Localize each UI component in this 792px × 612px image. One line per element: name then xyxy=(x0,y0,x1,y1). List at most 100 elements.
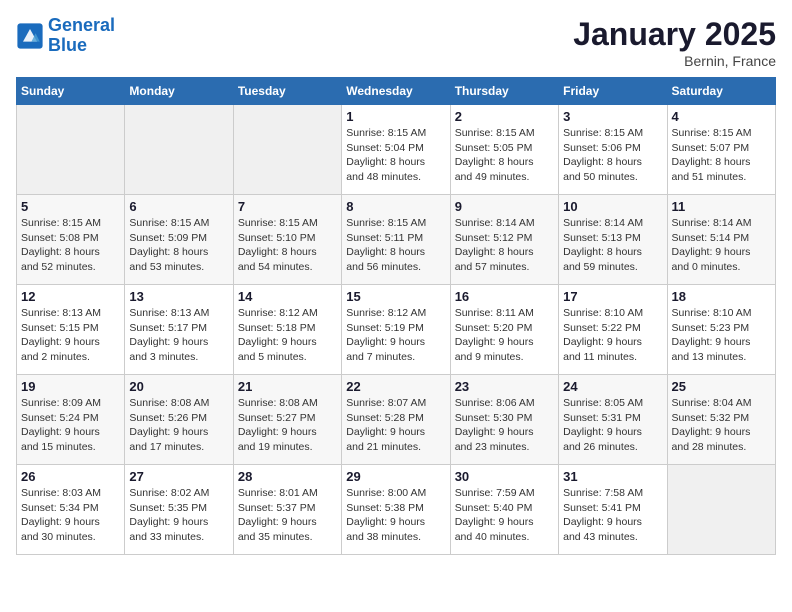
calendar-cell: 26Sunrise: 8:03 AM Sunset: 5:34 PM Dayli… xyxy=(17,465,125,555)
day-info: Sunrise: 8:15 AM Sunset: 5:11 PM Dayligh… xyxy=(346,216,445,275)
calendar-cell: 1 Sunrise: 8:15 AM Sunset: 5:04 PM Daylig… xyxy=(342,105,450,195)
calendar-cell: 29 Sunrise: 8:00 AM Sunset: 5:38 PM Dayli… xyxy=(342,465,450,555)
calendar-week-row: 5 Sunrise: 8:15 AM Sunset: 5:08 PM Daylig… xyxy=(17,195,776,285)
day-header-tuesday: Tuesday xyxy=(233,78,341,105)
day-info: Sunrise: 8:10 AM Sunset: 5:23 PM Dayligh… xyxy=(672,306,771,365)
day-number: 19 xyxy=(21,379,120,394)
calendar-cell: 21 Sunrise: 8:08 AM Sunset: 5:27 PM Dayli… xyxy=(233,375,341,465)
day-number: 20 xyxy=(129,379,228,394)
calendar-cell: 23 Sunrise: 8:06 AM Sunset: 5:30 PM Dayli… xyxy=(450,375,558,465)
day-info: Sunrise: 8:10 AM Sunset: 5:22 PM Dayligh… xyxy=(563,306,662,365)
calendar-cell: 3Sunrise: 8:15 AM Sunset: 5:06 PM Daylig… xyxy=(559,105,667,195)
day-info: Sunrise: 8:08 AM Sunset: 5:26 PM Dayligh… xyxy=(129,396,228,455)
day-number: 24 xyxy=(563,379,662,394)
calendar-cell: 10 Sunrise: 8:14 AM Sunset: 5:13 PM Dayli… xyxy=(559,195,667,285)
day-info: Sunrise: 8:14 AM Sunset: 5:14 PM Dayligh… xyxy=(672,216,771,275)
logo-text: General Blue xyxy=(48,16,115,56)
day-info: Sunrise: 8:04 AM Sunset: 5:32 PM Dayligh… xyxy=(672,396,771,455)
calendar-cell: 30Sunrise: 7:59 AM Sunset: 5:40 PM Dayli… xyxy=(450,465,558,555)
day-info: Sunrise: 8:12 AM Sunset: 5:18 PM Dayligh… xyxy=(238,306,337,365)
calendar-cell: 25 Sunrise: 8:04 AM Sunset: 5:32 PM Dayli… xyxy=(667,375,775,465)
calendar-cell: 12 Sunrise: 8:13 AM Sunset: 5:15 PM Dayli… xyxy=(17,285,125,375)
day-info: Sunrise: 8:13 AM Sunset: 5:17 PM Dayligh… xyxy=(129,306,228,365)
day-info: Sunrise: 8:08 AM Sunset: 5:27 PM Dayligh… xyxy=(238,396,337,455)
calendar-cell xyxy=(233,105,341,195)
day-number: 27 xyxy=(129,469,228,484)
calendar-cell xyxy=(125,105,233,195)
logo-line1: General xyxy=(48,15,115,35)
day-number: 6 xyxy=(129,199,228,214)
calendar-cell: 17 Sunrise: 8:10 AM Sunset: 5:22 PM Dayli… xyxy=(559,285,667,375)
day-info: Sunrise: 8:12 AM Sunset: 5:19 PM Dayligh… xyxy=(346,306,445,365)
day-info: Sunrise: 8:14 AM Sunset: 5:13 PM Dayligh… xyxy=(563,216,662,275)
day-number: 25 xyxy=(672,379,771,394)
day-number: 26 xyxy=(21,469,120,484)
day-number: 7 xyxy=(238,199,337,214)
calendar-cell: 20 Sunrise: 8:08 AM Sunset: 5:26 PM Dayli… xyxy=(125,375,233,465)
day-number: 10 xyxy=(563,199,662,214)
calendar-cell: 27 Sunrise: 8:02 AM Sunset: 5:35 PM Dayli… xyxy=(125,465,233,555)
day-number: 1 xyxy=(346,109,445,124)
day-header-friday: Friday xyxy=(559,78,667,105)
calendar-cell: 9Sunrise: 8:14 AM Sunset: 5:12 PM Daylig… xyxy=(450,195,558,285)
day-info: Sunrise: 8:14 AM Sunset: 5:12 PM Dayligh… xyxy=(455,216,554,275)
day-header-sunday: Sunday xyxy=(17,78,125,105)
logo-line2: Blue xyxy=(48,35,87,55)
day-info: Sunrise: 8:05 AM Sunset: 5:31 PM Dayligh… xyxy=(563,396,662,455)
calendar-cell: 14 Sunrise: 8:12 AM Sunset: 5:18 PM Dayli… xyxy=(233,285,341,375)
day-info: Sunrise: 8:01 AM Sunset: 5:37 PM Dayligh… xyxy=(238,486,337,545)
calendar-cell: 2 Sunrise: 8:15 AM Sunset: 5:05 PM Daylig… xyxy=(450,105,558,195)
calendar-cell: 15Sunrise: 8:12 AM Sunset: 5:19 PM Dayli… xyxy=(342,285,450,375)
calendar-cell xyxy=(667,465,775,555)
day-number: 4 xyxy=(672,109,771,124)
day-number: 30 xyxy=(455,469,554,484)
calendar-header-row: SundayMondayTuesdayWednesdayThursdayFrid… xyxy=(17,78,776,105)
day-info: Sunrise: 8:09 AM Sunset: 5:24 PM Dayligh… xyxy=(21,396,120,455)
logo: General Blue xyxy=(16,16,115,56)
calendar-cell: 7 Sunrise: 8:15 AM Sunset: 5:10 PM Daylig… xyxy=(233,195,341,285)
day-number: 12 xyxy=(21,289,120,304)
day-number: 5 xyxy=(21,199,120,214)
day-number: 13 xyxy=(129,289,228,304)
day-info: Sunrise: 8:15 AM Sunset: 5:09 PM Dayligh… xyxy=(129,216,228,275)
calendar-week-row: 1 Sunrise: 8:15 AM Sunset: 5:04 PM Daylig… xyxy=(17,105,776,195)
day-info: Sunrise: 8:15 AM Sunset: 5:10 PM Dayligh… xyxy=(238,216,337,275)
day-info: Sunrise: 8:15 AM Sunset: 5:08 PM Dayligh… xyxy=(21,216,120,275)
calendar-cell: 16Sunrise: 8:11 AM Sunset: 5:20 PM Dayli… xyxy=(450,285,558,375)
day-info: Sunrise: 8:15 AM Sunset: 5:04 PM Dayligh… xyxy=(346,126,445,185)
calendar-week-row: 19 Sunrise: 8:09 AM Sunset: 5:24 PM Dayli… xyxy=(17,375,776,465)
day-number: 2 xyxy=(455,109,554,124)
day-info: Sunrise: 8:00 AM Sunset: 5:38 PM Dayligh… xyxy=(346,486,445,545)
calendar-cell: 31Sunrise: 7:58 AM Sunset: 5:41 PM Dayli… xyxy=(559,465,667,555)
day-number: 17 xyxy=(563,289,662,304)
day-number: 21 xyxy=(238,379,337,394)
day-number: 8 xyxy=(346,199,445,214)
month-title: January 2025 xyxy=(573,16,776,53)
day-header-thursday: Thursday xyxy=(450,78,558,105)
day-number: 23 xyxy=(455,379,554,394)
day-info: Sunrise: 8:11 AM Sunset: 5:20 PM Dayligh… xyxy=(455,306,554,365)
calendar-week-row: 26Sunrise: 8:03 AM Sunset: 5:34 PM Dayli… xyxy=(17,465,776,555)
calendar-cell: 4Sunrise: 8:15 AM Sunset: 5:07 PM Daylig… xyxy=(667,105,775,195)
day-number: 31 xyxy=(563,469,662,484)
day-info: Sunrise: 8:13 AM Sunset: 5:15 PM Dayligh… xyxy=(21,306,120,365)
day-info: Sunrise: 8:15 AM Sunset: 5:05 PM Dayligh… xyxy=(455,126,554,185)
day-number: 22 xyxy=(346,379,445,394)
day-header-wednesday: Wednesday xyxy=(342,78,450,105)
calendar-cell: 5 Sunrise: 8:15 AM Sunset: 5:08 PM Daylig… xyxy=(17,195,125,285)
page-header: General Blue January 2025 Bernin, France xyxy=(16,16,776,69)
day-info: Sunrise: 8:02 AM Sunset: 5:35 PM Dayligh… xyxy=(129,486,228,545)
day-number: 18 xyxy=(672,289,771,304)
calendar-cell: 22Sunrise: 8:07 AM Sunset: 5:28 PM Dayli… xyxy=(342,375,450,465)
day-info: Sunrise: 8:06 AM Sunset: 5:30 PM Dayligh… xyxy=(455,396,554,455)
calendar-cell: 8 Sunrise: 8:15 AM Sunset: 5:11 PM Daylig… xyxy=(342,195,450,285)
calendar-cell xyxy=(17,105,125,195)
day-info: Sunrise: 8:15 AM Sunset: 5:06 PM Dayligh… xyxy=(563,126,662,185)
calendar-cell: 24 Sunrise: 8:05 AM Sunset: 5:31 PM Dayli… xyxy=(559,375,667,465)
calendar-cell: 11 Sunrise: 8:14 AM Sunset: 5:14 PM Dayli… xyxy=(667,195,775,285)
day-number: 29 xyxy=(346,469,445,484)
day-number: 11 xyxy=(672,199,771,214)
calendar-cell: 19 Sunrise: 8:09 AM Sunset: 5:24 PM Dayli… xyxy=(17,375,125,465)
calendar-table: SundayMondayTuesdayWednesdayThursdayFrid… xyxy=(16,77,776,555)
day-number: 14 xyxy=(238,289,337,304)
